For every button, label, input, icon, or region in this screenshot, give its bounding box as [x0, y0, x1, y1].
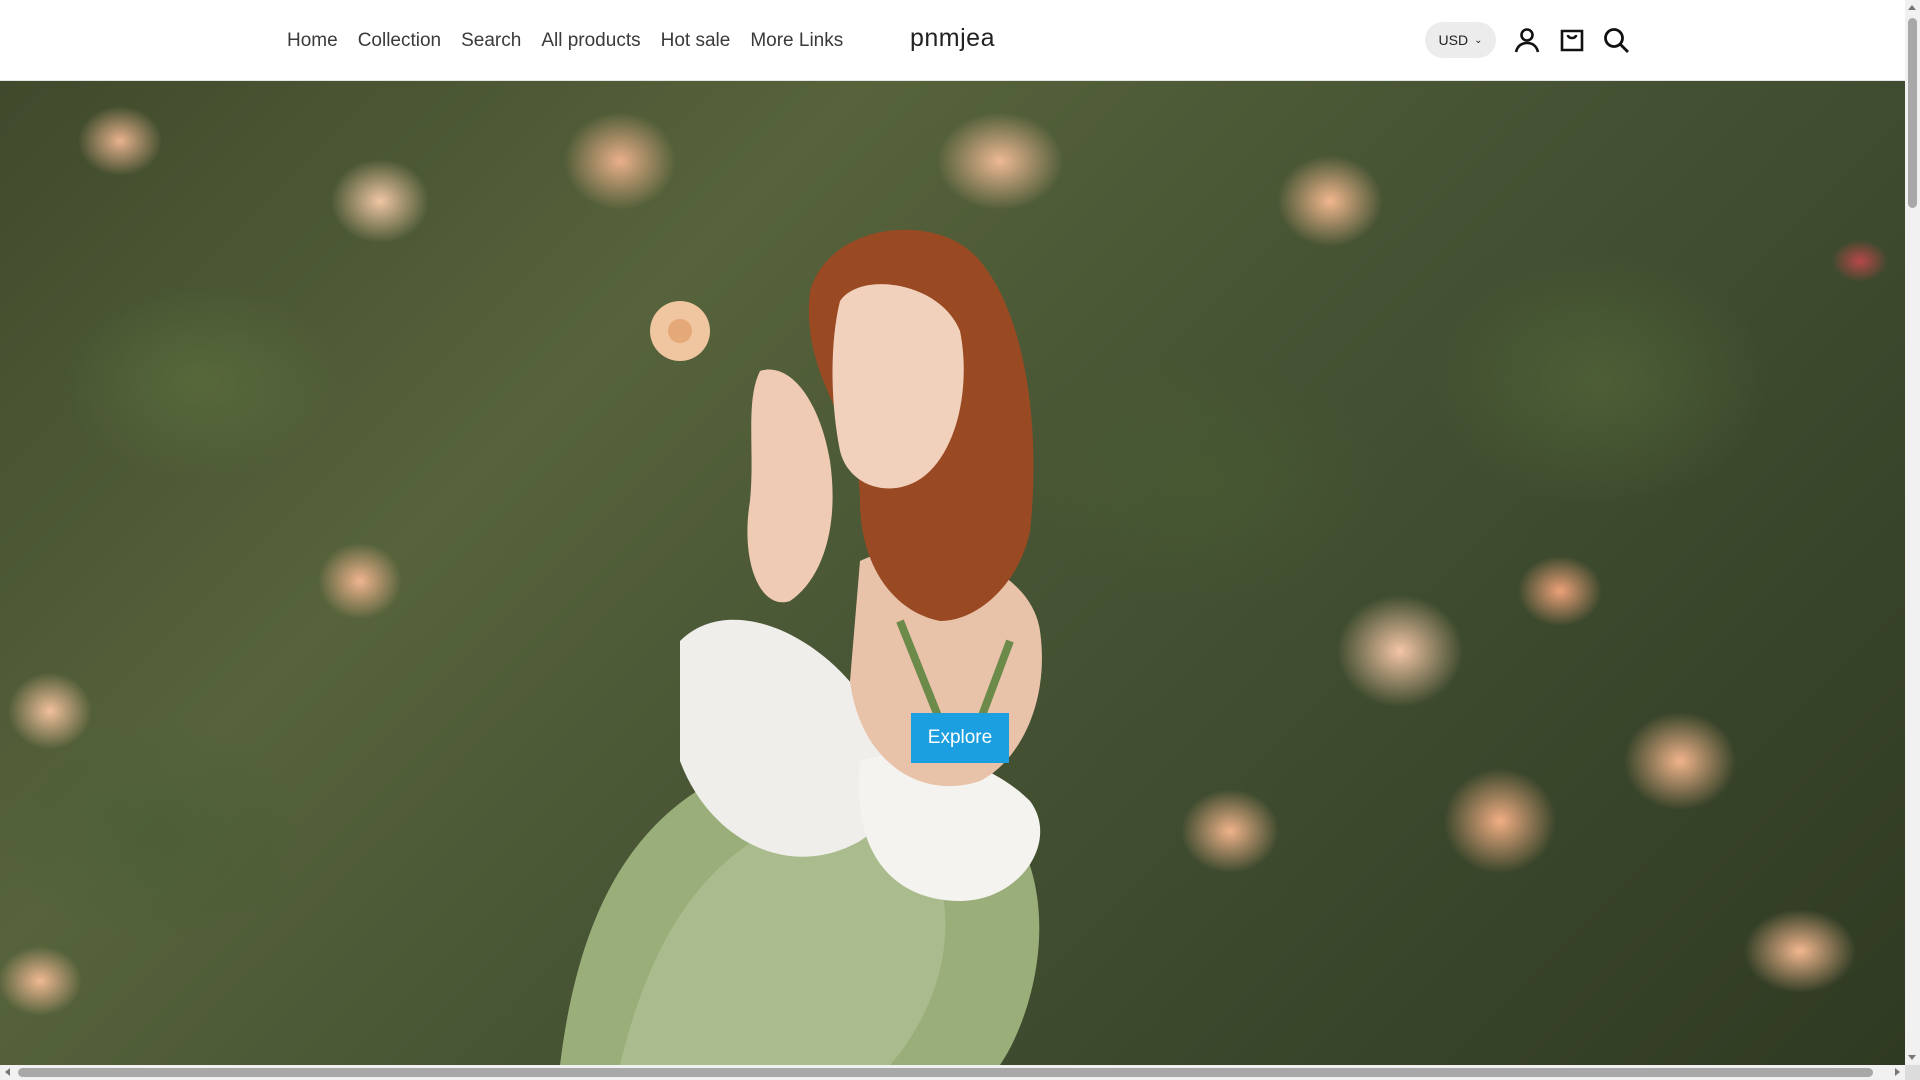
account-icon[interactable]: [1513, 26, 1541, 54]
explore-button[interactable]: Explore: [911, 713, 1009, 763]
scrollbar-corner: [1905, 1065, 1920, 1080]
site-header: Home Collection Search All products Hot …: [0, 0, 1905, 81]
nav-link-hot-sale[interactable]: Hot sale: [661, 30, 731, 52]
cart-icon[interactable]: [1558, 26, 1586, 54]
vertical-scrollbar-thumb[interactable]: [1908, 18, 1917, 208]
hero-model-image: [560, 201, 1120, 1065]
scroll-down-icon[interactable]: [1908, 1055, 1916, 1060]
scroll-left-icon[interactable]: [5, 1068, 10, 1076]
nav-link-home[interactable]: Home: [287, 30, 338, 52]
scroll-right-icon[interactable]: [1895, 1068, 1900, 1076]
currency-selector[interactable]: USD ⌄: [1425, 22, 1496, 58]
nav-link-collection[interactable]: Collection: [358, 30, 441, 52]
search-icon[interactable]: [1602, 26, 1630, 54]
chevron-down-icon: ⌄: [1474, 35, 1483, 46]
main-navigation: Home Collection Search All products Hot …: [287, 0, 843, 81]
brand-logo[interactable]: pnmjea: [910, 24, 995, 53]
page-viewport: Home Collection Search All products Hot …: [0, 0, 1905, 1065]
horizontal-scrollbar[interactable]: [0, 1065, 1905, 1080]
horizontal-scrollbar-thumb[interactable]: [18, 1068, 1873, 1077]
nav-link-search[interactable]: Search: [461, 30, 521, 52]
nav-link-all-products[interactable]: All products: [541, 30, 640, 52]
scroll-up-icon[interactable]: [1908, 5, 1916, 10]
hero-banner: Explore: [0, 81, 1905, 1065]
nav-link-more-links[interactable]: More Links: [750, 30, 843, 52]
currency-value: USD: [1438, 32, 1469, 48]
vertical-scrollbar[interactable]: [1905, 0, 1920, 1065]
